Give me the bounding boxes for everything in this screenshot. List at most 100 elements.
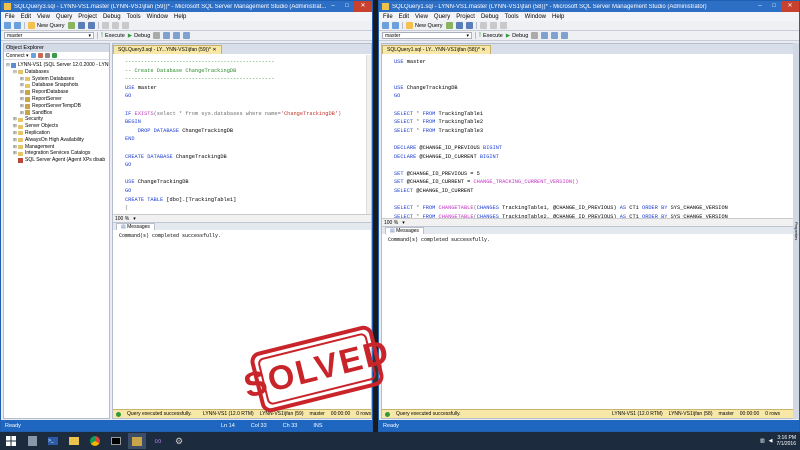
menu-view[interactable]: View <box>415 14 428 20</box>
menu-project[interactable]: Project <box>78 14 97 20</box>
tree-node[interactable]: SQL Server Agent (Agent XPs disab <box>4 157 109 164</box>
right-code-editor[interactable]: USE master USE ChangeTrackingDB GO SELECT *… <box>382 55 798 218</box>
parse-icon[interactable] <box>541 32 549 39</box>
menu-window[interactable]: Window <box>525 14 546 20</box>
new-query-button[interactable]: New Query <box>406 22 443 29</box>
copy-icon[interactable] <box>489 22 497 29</box>
menu-file[interactable]: File <box>5 14 15 20</box>
maximize-icon[interactable]: □ <box>767 1 781 12</box>
minimize-icon[interactable]: – <box>326 1 340 12</box>
close-icon[interactable]: ✕ <box>354 1 372 12</box>
maximize-icon[interactable]: □ <box>340 1 354 12</box>
properties-strip[interactable]: Properties <box>793 43 799 419</box>
back-icon[interactable] <box>382 22 389 29</box>
parse-icon[interactable] <box>163 32 171 39</box>
menu-window[interactable]: Window <box>147 14 168 20</box>
close-icon[interactable]: ✕ <box>781 1 799 12</box>
chrome-icon[interactable] <box>86 433 104 449</box>
tab-messages[interactable]: ▤ Messages <box>385 227 424 234</box>
tree-node[interactable]: ⊞ Database Snapshots <box>4 82 109 89</box>
menu-tools[interactable]: Tools <box>127 14 141 20</box>
save-icon[interactable] <box>77 22 85 29</box>
network-icon[interactable]: ▥ <box>760 438 765 444</box>
clock[interactable]: 3:16 PM 7/1/2016 <box>777 435 796 447</box>
tree-node[interactable]: ⊞ AlwaysOn High Availability <box>4 137 109 144</box>
plan-icon[interactable] <box>561 32 569 39</box>
tree-node[interactable]: ⊞ Management <box>4 144 109 151</box>
execute-button[interactable]: ! Execute <box>101 32 125 39</box>
database-select[interactable]: master ▾ <box>4 32 94 39</box>
open-icon[interactable] <box>445 22 453 29</box>
forward-icon[interactable] <box>14 22 21 29</box>
menu-help[interactable]: Help <box>552 14 564 20</box>
tree-node[interactable]: ⊞ ReportServer <box>4 96 109 103</box>
menu-project[interactable]: Project <box>456 14 475 20</box>
stop-icon[interactable] <box>531 32 539 39</box>
results-icon[interactable] <box>173 32 181 39</box>
refresh-icon[interactable] <box>51 53 57 58</box>
menu-query[interactable]: Query <box>434 14 450 20</box>
tree-node[interactable]: ⊞ ReportDatabase <box>4 89 109 96</box>
minimize-icon[interactable]: – <box>753 1 767 12</box>
back-icon[interactable] <box>4 22 11 29</box>
disconnect-icon[interactable] <box>37 53 43 58</box>
menu-view[interactable]: View <box>37 14 50 20</box>
results-icon[interactable] <box>551 32 559 39</box>
menu-edit[interactable]: Edit <box>21 14 31 20</box>
settings-icon[interactable]: ⚙ <box>170 433 188 449</box>
tree-node[interactable]: ⊟ Databases <box>4 69 109 76</box>
save-all-icon[interactable] <box>465 22 473 29</box>
paste-icon[interactable] <box>121 22 129 29</box>
new-query-button[interactable]: New Query <box>28 22 65 29</box>
connect-button[interactable]: Connect ▾ <box>6 53 29 59</box>
debug-button[interactable]: ▶ Debug <box>128 33 150 39</box>
chevron-down-icon[interactable]: ▾ <box>402 219 405 226</box>
tree-node[interactable]: ⊞ Server Objects <box>4 123 109 130</box>
database-select[interactable]: master ▾ <box>382 32 472 39</box>
visual-studio-icon[interactable]: ∞ <box>149 433 167 449</box>
tree-node[interactable]: ⊞ Replication <box>4 130 109 137</box>
tab-close-icon[interactable]: ✕ <box>212 47 216 53</box>
start-icon[interactable] <box>2 433 20 449</box>
volume-icon[interactable]: ◀ <box>769 438 773 444</box>
tab-close-icon[interactable]: ✕ <box>481 47 485 53</box>
copy-icon[interactable] <box>111 22 119 29</box>
cmd-icon[interactable] <box>107 433 125 449</box>
menu-edit[interactable]: Edit <box>399 14 409 20</box>
save-all-icon[interactable] <box>87 22 95 29</box>
cut-icon[interactable] <box>101 22 109 29</box>
tree-node[interactable]: ⊞ ReportServerTempDB <box>4 103 109 110</box>
menu-help[interactable]: Help <box>174 14 186 20</box>
menu-tools[interactable]: Tools <box>505 14 519 20</box>
tree-node[interactable]: ⊞ Integration Services Catalogs <box>4 150 109 157</box>
ssms-icon[interactable] <box>128 433 146 449</box>
powershell-icon[interactable]: >_ <box>44 433 62 449</box>
left-title-bar[interactable]: SQLQuery3.sql - LYNN-VS1.master (LYNN-VS… <box>1 1 372 12</box>
tree-node[interactable]: ⊞ Security <box>4 116 109 123</box>
stop-icon[interactable] <box>153 32 161 39</box>
plan-icon[interactable] <box>183 32 191 39</box>
debug-button[interactable]: ▶ Debug <box>506 33 528 39</box>
tab-sqlquery1[interactable]: SQLQuery1.sql - LY...YNN-VS1\jfan (58))*… <box>382 45 491 54</box>
menu-debug[interactable]: Debug <box>481 14 499 20</box>
filter-icon[interactable] <box>44 53 50 58</box>
menu-file[interactable]: File <box>383 14 393 20</box>
tree-node[interactable]: ⊟ LYNN-VS1 (SQL Server 12.0.2000 - LYNN <box>4 62 109 69</box>
explorer-icon[interactable] <box>65 433 83 449</box>
forward-icon[interactable] <box>392 22 399 29</box>
chevron-down-icon[interactable]: ▾ <box>133 215 136 222</box>
server-manager-icon[interactable] <box>23 433 41 449</box>
left-code-editor[interactable]: ----------------------------------------… <box>113 55 371 214</box>
zoom-select[interactable]: 100 % <box>384 219 398 226</box>
execute-button[interactable]: ! Execute <box>479 32 503 39</box>
tab-sqlquery3[interactable]: SQLQuery3.sql - LY...YNN-VS1\jfan (59))*… <box>113 45 222 54</box>
connect-icon[interactable] <box>30 53 36 58</box>
right-title-bar[interactable]: SQLQuery1.sql - LYNN-VS1.master (LYNN-VS… <box>379 1 799 12</box>
paste-icon[interactable] <box>499 22 507 29</box>
menu-query[interactable]: Query <box>56 14 72 20</box>
tree-node[interactable]: ⊞ SandBox <box>4 110 109 117</box>
menu-debug[interactable]: Debug <box>103 14 121 20</box>
tab-messages[interactable]: ▤ Messages <box>116 223 155 230</box>
left-editor-scrollbar[interactable] <box>366 55 371 214</box>
tree-node[interactable]: ⊞ System Databases <box>4 76 109 83</box>
